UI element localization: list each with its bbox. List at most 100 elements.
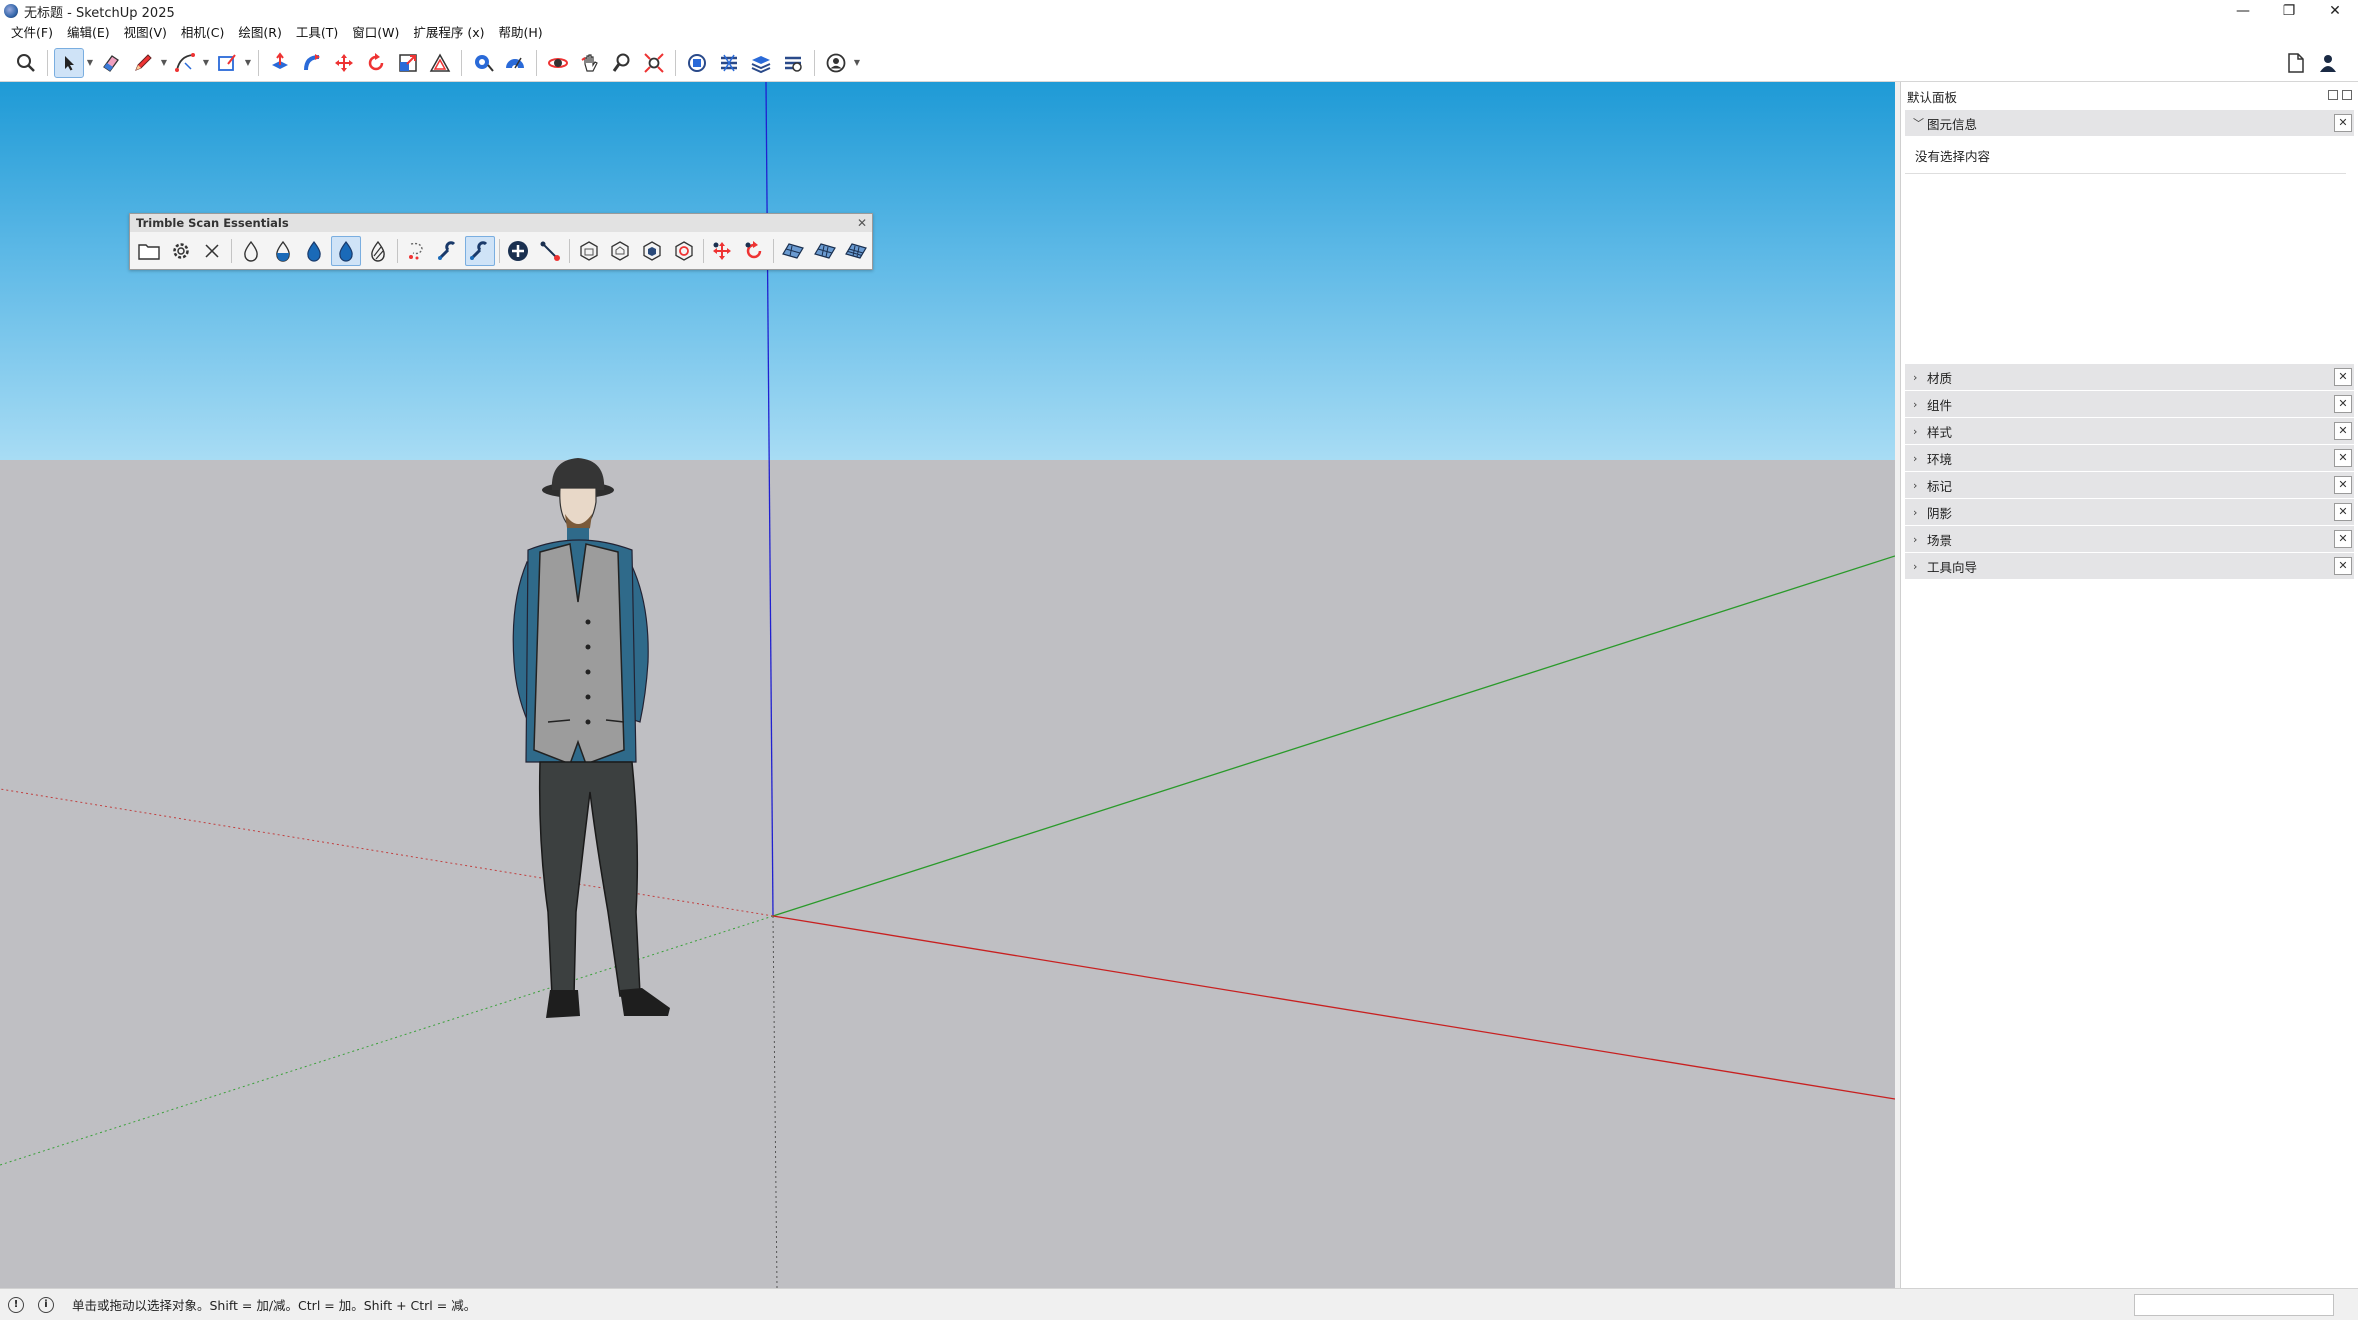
zoom-extents-icon[interactable] (639, 48, 669, 78)
restore-button[interactable]: ❐ (2266, 0, 2312, 22)
follow-me-icon[interactable] (297, 48, 327, 78)
panel-shadows[interactable]: › 阴影 ✕ (1905, 499, 2354, 525)
add-circle-icon[interactable] (504, 236, 534, 266)
chevron-right-icon: › (1913, 532, 1918, 546)
select-arrow-icon[interactable] (54, 47, 84, 78)
menu-help[interactable]: 帮助(H) (492, 22, 550, 44)
toolbar-right (2280, 48, 2344, 78)
drop-striped-icon[interactable] (363, 236, 393, 266)
offset-icon[interactable] (425, 48, 455, 78)
panel-close-button[interactable]: ✕ (2334, 557, 2352, 575)
trimble-scan-toolbar[interactable]: Trimble Scan Essentials ✕ (129, 213, 873, 270)
mesh-1-icon[interactable] (778, 236, 808, 266)
drop-active-icon[interactable] (331, 235, 361, 266)
line-tool-icon[interactable] (535, 236, 565, 266)
rotate-icon[interactable] (361, 48, 391, 78)
hex-solid-icon[interactable] (637, 236, 667, 266)
info-icon[interactable]: i (38, 1296, 54, 1313)
push-pull-icon[interactable] (265, 48, 295, 78)
menu-draw[interactable]: 绘图(R) (231, 22, 288, 44)
arc-icon[interactable] (170, 48, 200, 78)
panel-tags[interactable]: › 标记 ✕ (1905, 472, 2354, 498)
minimize-button[interactable]: — (2220, 0, 2266, 22)
mesh-3-icon[interactable] (841, 236, 871, 266)
extension-warehouse-icon[interactable] (714, 48, 744, 78)
panel-instructor[interactable]: › 工具向导 ✕ (1905, 553, 2354, 579)
trimble-toolbar-titlebar[interactable]: Trimble Scan Essentials ✕ (130, 214, 872, 232)
menu-edit[interactable]: 编辑(E) (60, 22, 117, 44)
menu-camera[interactable]: 相机(C) (174, 22, 231, 44)
panel-close-button[interactable]: ✕ (2334, 368, 2352, 386)
panel-environment[interactable]: › 环境 ✕ (1905, 445, 2354, 471)
zoom-icon[interactable] (607, 48, 637, 78)
measurements-box[interactable] (2134, 1294, 2334, 1316)
account-icon[interactable] (821, 48, 851, 78)
orbit-icon[interactable] (543, 48, 573, 78)
rectangle-icon[interactable] (212, 48, 242, 78)
close-button[interactable]: ✕ (2312, 0, 2358, 22)
panel-scenes[interactable]: › 场景 ✕ (1905, 526, 2354, 552)
panel-close-button[interactable]: ✕ (2334, 476, 2352, 494)
menu-extensions[interactable]: 扩展程序 (x) (406, 22, 491, 44)
panel-styles[interactable]: › 样式 ✕ (1905, 418, 2354, 444)
open-folder-icon[interactable] (134, 236, 164, 266)
hex-red-icon[interactable] (669, 236, 699, 266)
new-document-icon[interactable] (2281, 48, 2311, 78)
rotate-red-icon[interactable] (739, 236, 769, 266)
tray-header-buttons (2328, 90, 2352, 100)
lasso-icon[interactable] (401, 236, 431, 266)
menu-window[interactable]: 窗口(W) (345, 22, 406, 44)
chevron-down-icon[interactable]: ▼ (852, 48, 862, 78)
panel-label: 组件 (1927, 397, 1953, 413)
default-tray: 默认面板 ﹀ 图元信息 ✕ 没有选择内容 › 材质 ✕ › 组件 ✕ › 样式 … (1900, 82, 2358, 1288)
model-viewport[interactable]: Trimble Scan Essentials ✕ (0, 82, 1895, 1288)
panel-close-button[interactable]: ✕ (2334, 449, 2352, 467)
tape-measure-icon[interactable] (468, 48, 498, 78)
chevron-right-icon: › (1913, 478, 1918, 492)
panel-entity-info[interactable]: ﹀ 图元信息 ✕ (1905, 110, 2354, 136)
panel-materials[interactable]: › 材质 ✕ (1905, 364, 2354, 390)
chevron-down-icon[interactable]: ▼ (159, 48, 169, 78)
menu-view[interactable]: 视图(V) (117, 22, 174, 44)
panel-close-button[interactable]: ✕ (2334, 395, 2352, 413)
panel-label: 材质 (1927, 370, 1953, 386)
trimble-toolbar-close-button[interactable]: ✕ (857, 214, 867, 232)
snap-magnet-active-icon[interactable] (464, 235, 495, 266)
move-icon[interactable] (329, 48, 359, 78)
chevron-down-icon[interactable]: ▼ (85, 48, 95, 78)
hex-house-icon[interactable] (606, 236, 636, 266)
chevron-right-icon: › (1913, 451, 1918, 465)
pan-icon[interactable] (575, 48, 605, 78)
panel-close-button[interactable]: ✕ (2334, 530, 2352, 548)
chevron-down-icon[interactable]: ▼ (201, 48, 211, 78)
geo-location-icon[interactable]: ! (8, 1296, 24, 1313)
panel-components[interactable]: › 组件 ✕ (1905, 391, 2354, 417)
panel-close-button[interactable]: ✕ (2334, 422, 2352, 440)
tray-pin-icon[interactable] (2328, 90, 2338, 100)
extension-manager-icon[interactable] (778, 48, 808, 78)
snap-magnet-icon[interactable] (433, 236, 463, 266)
search-icon[interactable] (11, 48, 41, 78)
eraser-icon[interactable] (96, 48, 126, 78)
drop-outline-icon[interactable] (236, 236, 266, 266)
drop-half-icon[interactable] (268, 236, 298, 266)
panel-close-button[interactable]: ✕ (2334, 503, 2352, 521)
menu-file[interactable]: 文件(F) (4, 22, 60, 44)
pencil-line-icon[interactable] (128, 48, 158, 78)
chevron-right-icon: › (1913, 424, 1918, 438)
user-profile-icon[interactable] (2313, 48, 2343, 78)
move-red-icon[interactable] (708, 236, 738, 266)
panel-close-button[interactable]: ✕ (2334, 114, 2352, 132)
layout-icon[interactable] (746, 48, 776, 78)
scale-icon[interactable] (393, 48, 423, 78)
chevron-down-icon[interactable]: ▼ (243, 48, 253, 78)
mesh-2-icon[interactable] (810, 236, 840, 266)
protractor-icon[interactable] (500, 48, 530, 78)
close-x-icon[interactable] (197, 236, 227, 266)
settings-gear-icon[interactable] (166, 236, 196, 266)
menu-tools[interactable]: 工具(T) (289, 22, 345, 44)
3d-warehouse-icon[interactable] (682, 48, 712, 78)
hex-outline-icon[interactable] (574, 236, 604, 266)
drop-filled-icon[interactable] (299, 236, 329, 266)
tray-close-icon[interactable] (2342, 90, 2352, 100)
